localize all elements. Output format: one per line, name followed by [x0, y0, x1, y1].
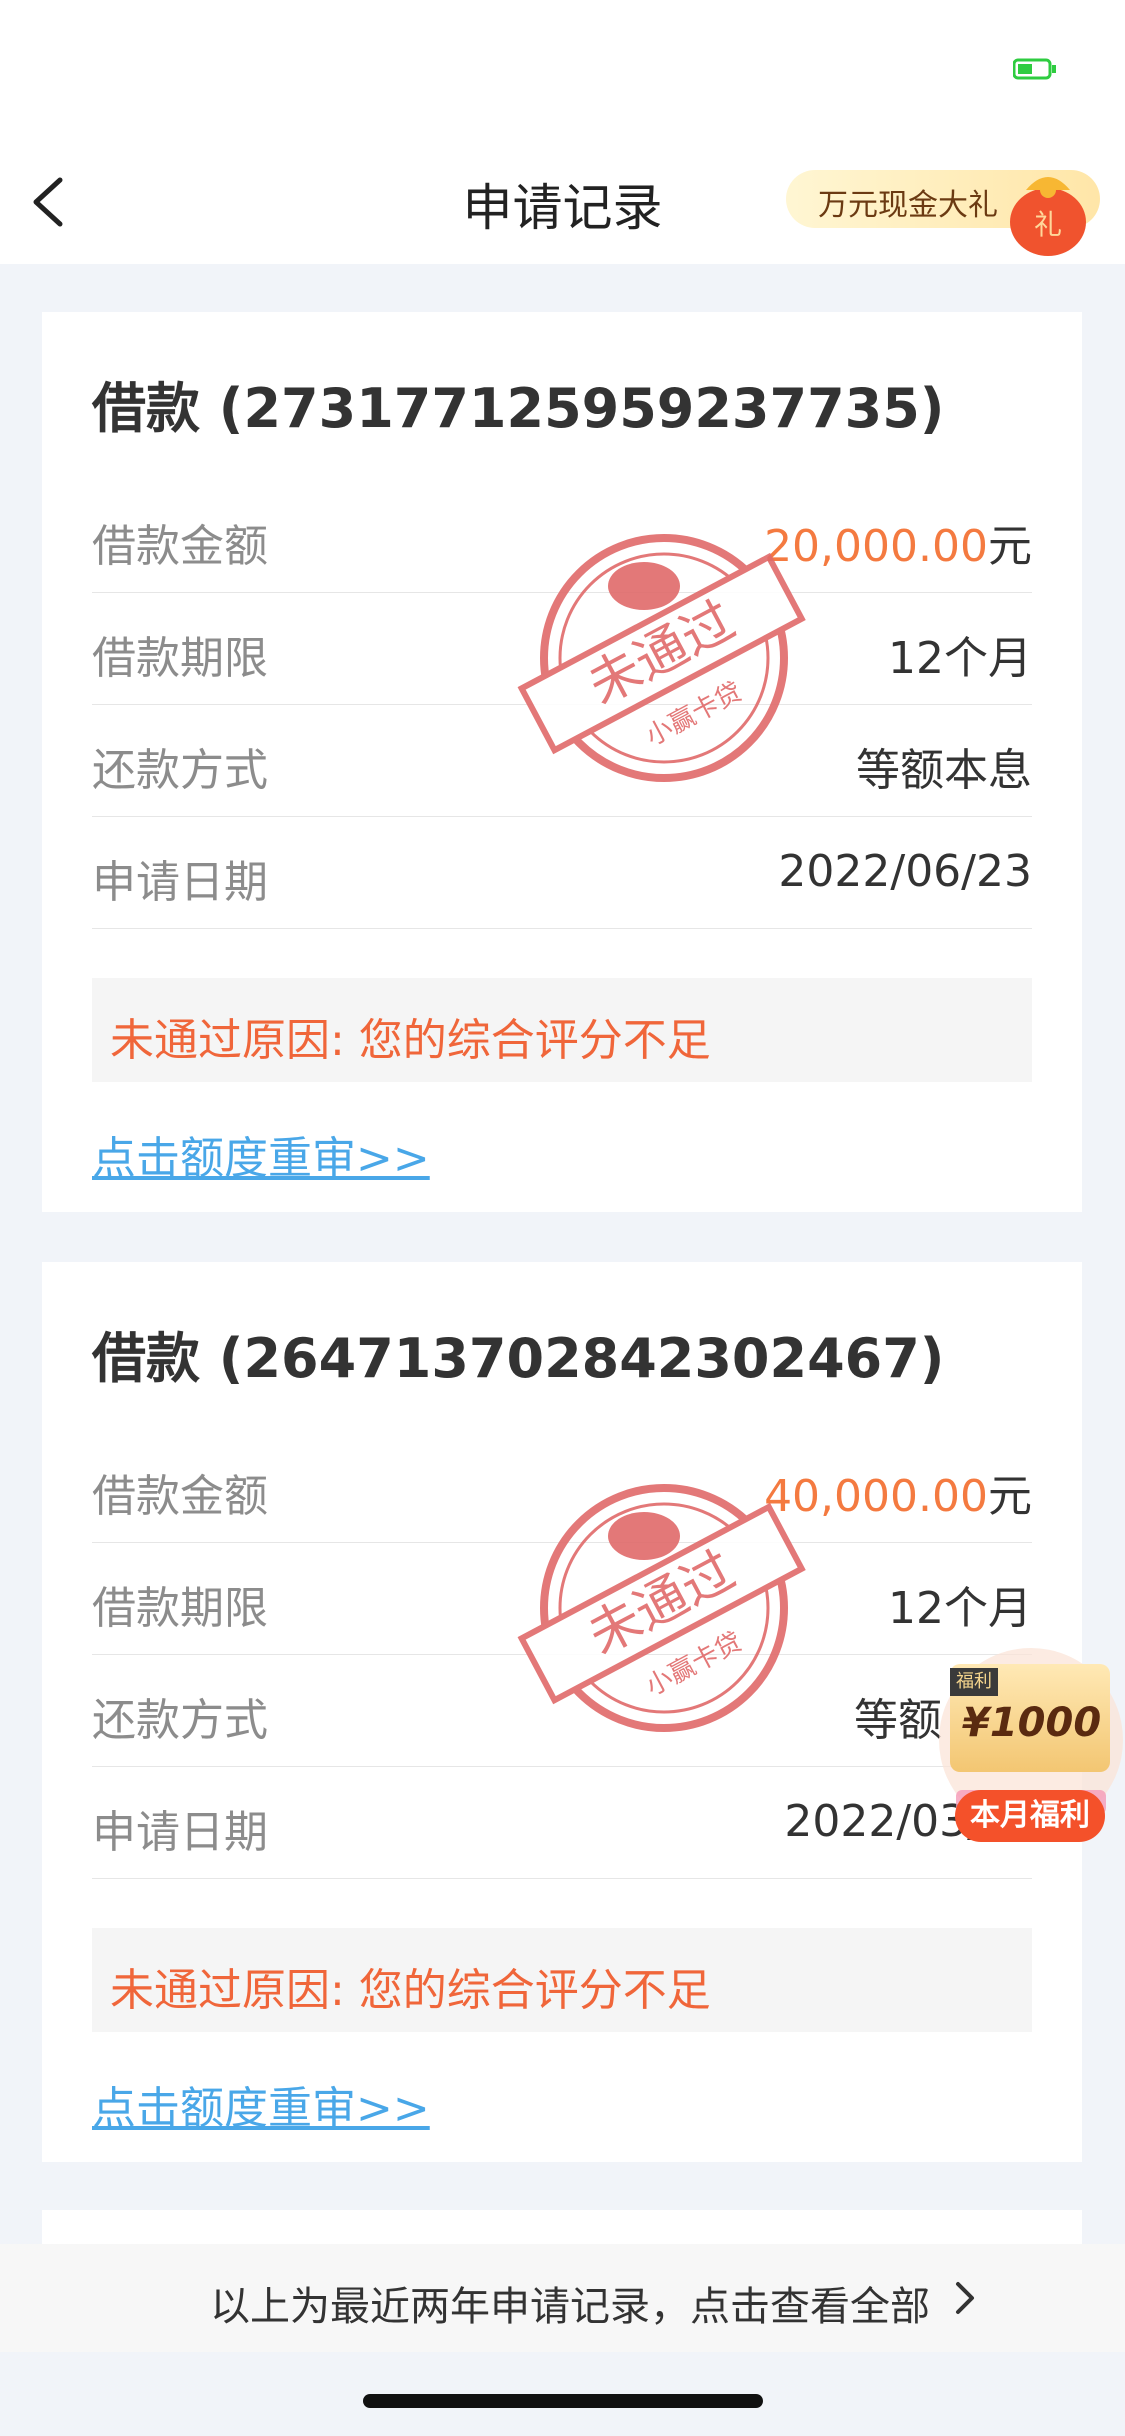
chevron-right-icon: [956, 2282, 974, 2314]
row-label: 借款金额: [92, 1471, 268, 1522]
home-indicator: [363, 2394, 763, 2408]
row-label: 申请日期: [92, 1807, 268, 1858]
gift-bag-icon[interactable]: 礼: [1004, 160, 1094, 260]
record-title: 借款 (264713702842302467): [92, 1327, 945, 1390]
row-label: 借款金额: [92, 521, 268, 572]
reject-reason: 未通过原因: 您的综合评分不足: [110, 1965, 711, 2016]
row-value: 12个月: [888, 1583, 1032, 1634]
row-value: 等额本息: [856, 745, 1032, 796]
welfare-tag: 福利: [950, 1668, 998, 1696]
recheck-link[interactable]: 点击额度重审>>: [92, 2072, 430, 2136]
record-title: 借款 (2731771259592377​35): [92, 377, 945, 440]
record-card: 借款 (264713702842302467) 借款金额 40,000.00元 …: [42, 1262, 1082, 2162]
rejected-stamp-icon: 未通过 小赢卡贷: [517, 1484, 806, 1732]
reject-reason: 未通过原因: 您的综合评分不足: [110, 1015, 711, 1066]
row-label: 借款期限: [92, 1583, 268, 1634]
welfare-amount: ¥1000: [962, 1700, 1102, 1746]
row-label: 借款期限: [92, 633, 268, 684]
promo-text: 万元现金大礼: [818, 188, 998, 223]
bag-char: 礼: [1034, 208, 1062, 241]
rejected-stamp-icon: 未通过 小赢卡贷: [517, 534, 806, 782]
reject-reason-box: 未通过原因: 您的综合评分不足: [92, 1928, 1032, 2032]
row-label: 还款方式: [92, 745, 268, 796]
row-value: 等额: [854, 1695, 942, 1746]
record-card: 借款 (2731771259592377​35) 借款金额 20,000.00元…: [42, 312, 1082, 1212]
reject-reason-box: 未通过原因: 您的综合评分不足: [92, 978, 1032, 1082]
nav-bar: 申请记录 万元现金大礼: [0, 140, 1125, 264]
welfare-label[interactable]: 本月福利: [955, 1790, 1105, 1842]
view-all-bar[interactable]: 以上为最近两年申请记录，点击查看全部: [0, 2244, 1125, 2352]
recheck-link[interactable]: 点击额度重审>>: [92, 1122, 430, 1186]
status-bar: [0, 0, 1125, 140]
row-value: 2022/06/23: [778, 846, 1032, 897]
row-label: 还款方式: [92, 1695, 268, 1746]
battery-icon: [1013, 58, 1056, 80]
row-label: 申请日期: [92, 857, 268, 908]
row-value: 12个月: [888, 633, 1032, 684]
view-all-text: 以上为最近两年申请记录，点击查看全部: [210, 2284, 930, 2330]
record-row-date: 申请日期 2022/03/: [92, 1766, 1032, 1879]
record-row-date: 申请日期 2022/06/23: [92, 816, 1032, 929]
